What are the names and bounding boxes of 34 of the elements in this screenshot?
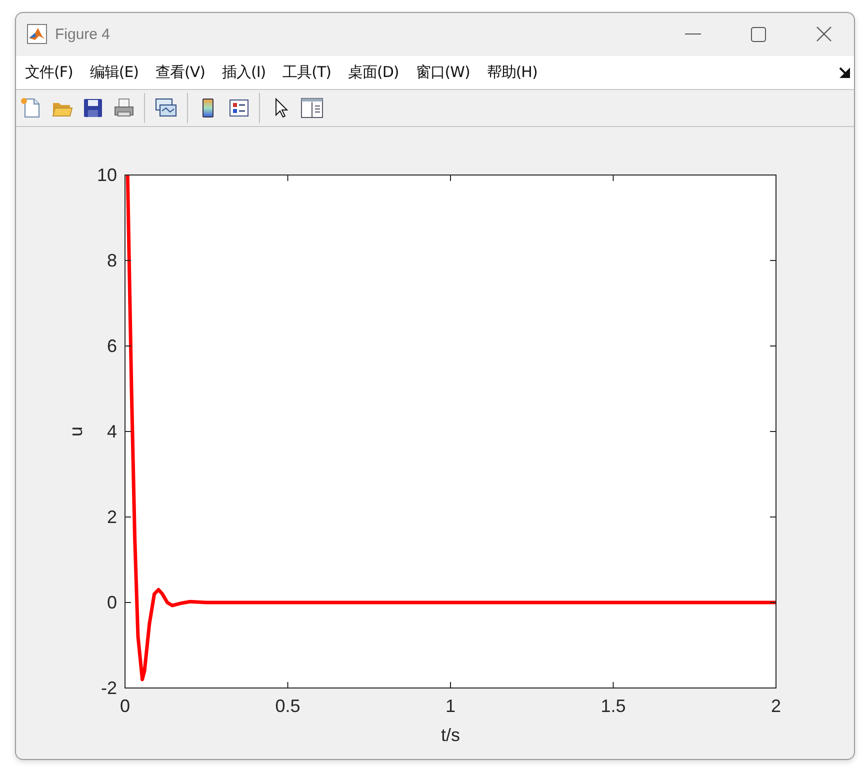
tick-label: 10: [96, 165, 117, 186]
legend-icon[interactable]: [228, 97, 250, 120]
app-logo-icon: [27, 24, 47, 44]
printer-icon[interactable]: [113, 97, 135, 120]
menu-item[interactable]: 文件(F): [25, 62, 73, 82]
linked-plots-icon[interactable]: [154, 97, 178, 120]
tick-label: 8: [106, 250, 117, 271]
menu-item[interactable]: 窗口(W): [416, 62, 470, 82]
save-icon[interactable]: [82, 97, 104, 120]
tick-label: 6: [106, 336, 117, 356]
menu-item[interactable]: 帮助(H): [486, 62, 538, 82]
tick-label: -2: [100, 678, 117, 698]
tick-label: 4: [106, 422, 117, 442]
minimize-icon[interactable]: [685, 33, 701, 36]
tick-label: 0: [120, 696, 130, 716]
menu-item[interactable]: 查看(V): [156, 62, 205, 82]
close-icon[interactable]: [816, 26, 832, 42]
dock-arrow-icon[interactable]: [839, 66, 850, 78]
menu-item[interactable]: 工具(T): [282, 62, 332, 82]
menu-item[interactable]: 插入(I): [222, 62, 266, 82]
tick-label: 2: [106, 507, 117, 528]
y-axis-label: u: [66, 426, 86, 437]
maximize-icon[interactable]: [751, 26, 766, 42]
tick-label: 1.5: [600, 696, 626, 716]
tick-label: 2: [771, 696, 781, 716]
x-axis-label: t/s: [441, 725, 460, 746]
tick-label: 0.5: [275, 696, 300, 716]
property-panel-icon[interactable]: [300, 97, 324, 120]
window-title: Figure 4: [55, 26, 110, 43]
tick-label: 1: [446, 696, 456, 716]
menu-item[interactable]: 桌面(D): [348, 62, 399, 82]
tick-label: 0: [106, 592, 117, 613]
new-file-icon[interactable]: [20, 97, 42, 120]
menu-item[interactable]: 编辑(E): [90, 62, 139, 82]
